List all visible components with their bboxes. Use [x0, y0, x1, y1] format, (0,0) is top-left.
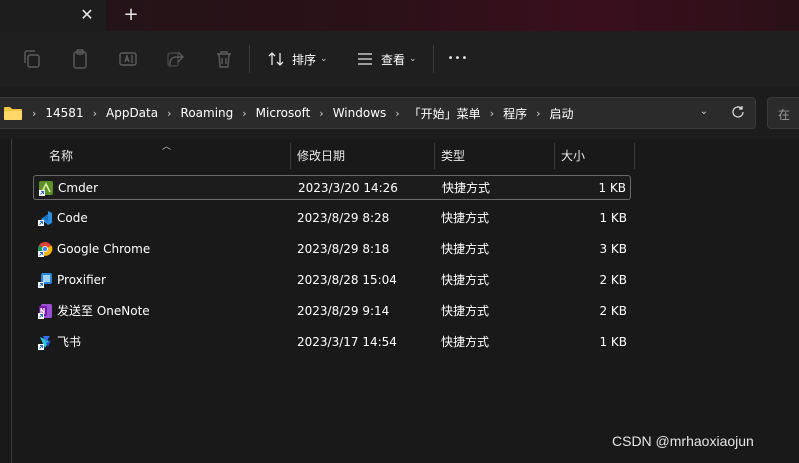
feishu-icon	[37, 334, 53, 350]
file-size: 2 KB	[599, 304, 627, 318]
file-type: 快捷方式	[441, 304, 490, 318]
view-button[interactable]: 查看 ⌄	[355, 46, 417, 72]
copy-icon[interactable]	[20, 47, 44, 71]
breadcrumb-separator-icon[interactable]: ›	[536, 107, 540, 120]
active-tab[interactable]: ✕	[0, 0, 106, 31]
file-row[interactable]: Cmder 2023/3/20 14:26 快捷方式 1 KB	[33, 175, 631, 200]
column-header-type[interactable]: 类型	[435, 143, 554, 169]
rename-icon[interactable]	[116, 47, 140, 71]
vscode-icon	[37, 210, 53, 226]
file-size: 2 KB	[599, 273, 627, 287]
cmder-icon	[38, 180, 54, 196]
file-row[interactable]: 发送至 OneNote 2023/8/29 9:14 快捷方式 2 KB	[33, 299, 631, 324]
address-bar[interactable]: › 14581 › AppData › Roaming › Microsoft › Windows…	[0, 97, 756, 129]
breadcrumb: › 14581 › AppData › Roaming › Microsoft › Windows…	[0, 98, 574, 128]
column-header-size[interactable]: 大小	[555, 143, 634, 169]
search-box[interactable]: 在	[767, 97, 799, 129]
breadcrumb-item[interactable]: Microsoft	[256, 106, 311, 120]
proxifier-icon	[37, 272, 53, 288]
file-name: Google Chrome	[57, 242, 151, 256]
file-modified: 2023/8/29 9:14	[297, 304, 390, 318]
breadcrumb-separator-icon[interactable]: ›	[395, 107, 399, 120]
column-header-modified[interactable]: 修改日期	[291, 143, 434, 169]
file-name: 发送至 OneNote	[57, 304, 150, 318]
share-icon[interactable]	[164, 47, 188, 71]
tab-bar: ✕ +	[0, 0, 799, 31]
breadcrumb-item[interactable]: 程序	[503, 105, 527, 122]
new-tab-icon[interactable]: +	[121, 5, 141, 25]
file-modified: 2023/8/28 15:04	[297, 273, 397, 287]
file-modified: 2023/3/17 14:54	[297, 335, 397, 349]
sort-icon	[268, 52, 284, 66]
breadcrumb-separator-icon[interactable]: ›	[93, 107, 97, 120]
view-label: 查看	[381, 52, 406, 67]
breadcrumb-item[interactable]: 启动	[550, 105, 574, 122]
file-size: 1 KB	[599, 335, 627, 349]
breadcrumb-separator-icon[interactable]: ›	[319, 107, 323, 120]
breadcrumb-separator-icon[interactable]: ›	[490, 107, 494, 120]
refresh-icon[interactable]	[729, 103, 747, 121]
breadcrumb-item[interactable]: AppData	[106, 106, 158, 120]
column-divider[interactable]	[634, 143, 635, 169]
address-bar-area: › 14581 › AppData › Roaming › Microsoft › Windows…	[0, 87, 799, 139]
breadcrumb-separator-icon[interactable]: ›	[167, 107, 171, 120]
breadcrumb-item[interactable]: Windows	[333, 106, 387, 120]
file-type: 快捷方式	[441, 242, 490, 256]
breadcrumb-item[interactable]: 「开始」菜单	[409, 105, 481, 122]
toolbar-separator	[249, 45, 250, 73]
file-modified: 2023/8/29 8:28	[297, 211, 390, 225]
file-list-pane: ︿ 名称 修改日期 类型 大小 Cmder 2023/3/20 14:26 快捷方式…	[0, 139, 799, 463]
toolbar-separator	[433, 45, 434, 73]
breadcrumb-item[interactable]: 14581	[45, 106, 83, 120]
file-row[interactable]: Google Chrome 2023/8/29 8:18 快捷方式 3 KB	[33, 237, 631, 262]
close-tab-icon[interactable]: ✕	[77, 5, 97, 25]
onenote-icon	[37, 303, 53, 319]
file-size: 1 KB	[599, 211, 627, 225]
file-size: 1 KB	[598, 181, 626, 195]
breadcrumb-item[interactable]: Roaming	[181, 106, 234, 120]
sort-button[interactable]: 排序 ⌄	[266, 46, 328, 72]
search-placeholder: 在	[778, 108, 791, 122]
command-bar: 排序 ⌄ 查看 ⌄ •••	[0, 31, 799, 87]
file-type: 快捷方式	[441, 273, 490, 287]
file-name: Cmder	[58, 181, 99, 195]
navigation-pane-edge[interactable]	[0, 139, 12, 463]
column-header-name[interactable]: 名称	[43, 143, 289, 169]
chevron-down-icon: ⌄	[409, 54, 417, 64]
file-name: Code	[57, 211, 88, 225]
sort-label: 排序	[292, 52, 317, 67]
file-row[interactable]: Code 2023/8/29 8:28 快捷方式 1 KB	[33, 206, 631, 231]
chrome-icon	[37, 241, 53, 257]
folder-icon	[4, 107, 22, 120]
paste-icon[interactable]	[68, 47, 92, 71]
file-row[interactable]: 飞书 2023/3/17 14:54 快捷方式 1 KB	[33, 330, 631, 355]
file-name: Proxifier	[57, 273, 106, 287]
file-type: 快捷方式	[441, 211, 490, 225]
breadcrumb-separator-icon[interactable]: ›	[32, 107, 36, 120]
chevron-down-icon: ⌄	[320, 54, 328, 64]
file-size: 3 KB	[599, 242, 627, 256]
file-modified: 2023/8/29 8:18	[297, 242, 390, 256]
view-list-icon	[358, 53, 372, 65]
file-modified: 2023/3/20 14:26	[298, 181, 398, 195]
file-row[interactable]: Proxifier 2023/8/28 15:04 快捷方式 2 KB	[33, 268, 631, 293]
file-name: 飞书	[57, 335, 82, 349]
delete-icon[interactable]	[212, 47, 236, 71]
watermark: CSDN @mrhaoxiaojun	[612, 433, 754, 449]
recent-locations-chevron-icon[interactable]: ⌄	[697, 105, 711, 119]
breadcrumb-separator-icon[interactable]: ›	[242, 107, 246, 120]
file-type: 快捷方式	[442, 181, 491, 195]
more-options-icon[interactable]: •••	[446, 47, 470, 71]
file-type: 快捷方式	[441, 335, 490, 349]
